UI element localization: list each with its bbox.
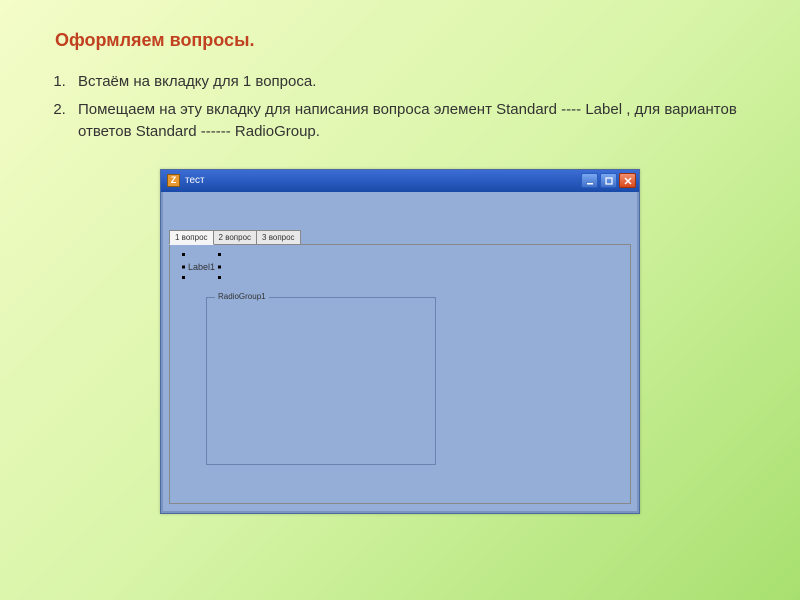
tab-control: 1 вопрос 2 вопрос 3 вопрос Label1 RadioG… bbox=[169, 230, 631, 504]
instruction-item-1: Встаём на вкладку для 1 вопроса. bbox=[70, 71, 755, 94]
window-body: 1 вопрос 2 вопрос 3 вопрос Label1 RadioG… bbox=[161, 192, 639, 513]
close-button[interactable] bbox=[619, 173, 636, 188]
instruction-item-2: Помещаем на эту вкладку для написания во… bbox=[70, 99, 755, 144]
radiogroup-component[interactable]: RadioGroup1 bbox=[206, 297, 436, 465]
window-title: тест bbox=[185, 175, 205, 186]
section-heading: Оформляем вопросы. bbox=[55, 30, 755, 51]
minimize-button[interactable] bbox=[581, 173, 598, 188]
tab-question-3[interactable]: 3 вопрос bbox=[256, 230, 301, 244]
maximize-button[interactable] bbox=[600, 173, 617, 188]
radiogroup-caption: RadioGroup1 bbox=[215, 292, 269, 301]
tab-question-1[interactable]: 1 вопрос bbox=[169, 230, 214, 245]
screenshot-container: Z тест 1 вопрос 2 вопрос 3 в bbox=[45, 169, 755, 514]
app-icon: Z bbox=[167, 174, 180, 187]
app-window: Z тест 1 вопрос 2 вопрос 3 в bbox=[160, 169, 640, 514]
window-titlebar[interactable]: Z тест bbox=[161, 170, 639, 192]
label-component[interactable]: Label1 bbox=[186, 262, 217, 272]
instruction-list: Встаём на вкладку для 1 вопроса. Помещае… bbox=[70, 71, 755, 144]
tab-strip: 1 вопрос 2 вопрос 3 вопрос bbox=[169, 230, 631, 244]
tab-question-2[interactable]: 2 вопрос bbox=[213, 230, 258, 244]
tab-panel: Label1 RadioGroup1 bbox=[169, 244, 631, 504]
